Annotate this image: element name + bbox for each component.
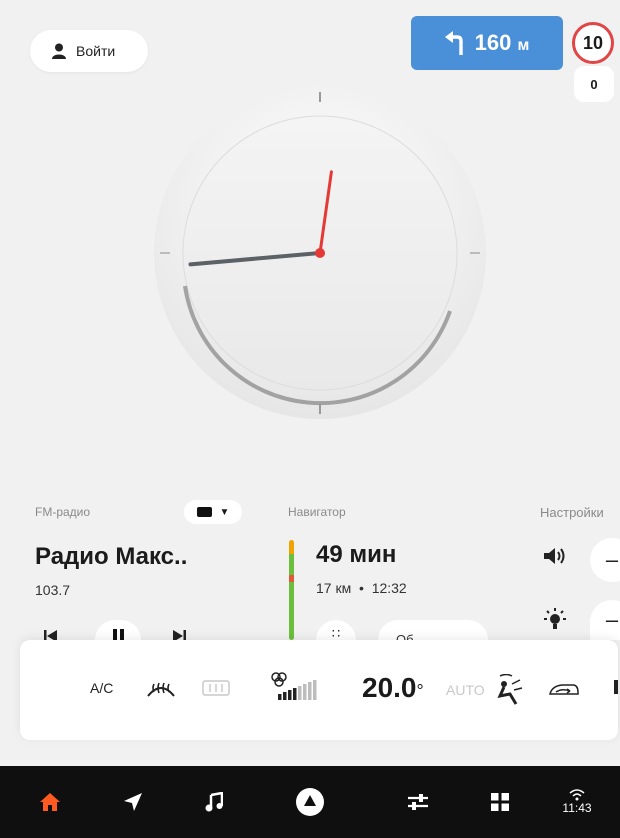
login-button[interactable]: Войти bbox=[30, 30, 148, 72]
brightness-down-button[interactable]: – bbox=[590, 600, 620, 640]
auto-climate-toggle[interactable]: AUTO bbox=[446, 682, 485, 698]
route-options-button[interactable]: ∷ bbox=[316, 620, 356, 640]
route-icon: ∷ bbox=[331, 626, 341, 640]
ac-toggle[interactable]: A/C bbox=[90, 680, 113, 696]
radio-frequency: 103.7 bbox=[35, 582, 71, 598]
analog-clock bbox=[154, 87, 486, 419]
settings-button[interactable] bbox=[398, 766, 438, 838]
next-track-icon[interactable] bbox=[172, 628, 188, 640]
user-icon bbox=[52, 43, 66, 59]
apps-button[interactable] bbox=[480, 766, 520, 838]
assistant-icon bbox=[296, 788, 324, 816]
sliders-icon bbox=[408, 794, 428, 810]
fan-speed-indicator[interactable] bbox=[270, 670, 336, 704]
apps-grid-icon bbox=[491, 793, 509, 811]
navigation-arrow-icon bbox=[124, 793, 142, 811]
front-defrost-icon[interactable] bbox=[146, 678, 176, 698]
dock-clock-time: 11:43 bbox=[562, 801, 592, 815]
navigator-eta[interactable]: 49 мин bbox=[316, 541, 396, 569]
chevron-down-icon: ▼ bbox=[219, 506, 230, 518]
speed-limit-sign: 10 bbox=[572, 22, 614, 64]
rear-defrost-icon[interactable] bbox=[202, 680, 230, 696]
navigator-section-label: Навигатор bbox=[288, 505, 346, 519]
login-label: Войти bbox=[76, 43, 116, 59]
radio-source-icon bbox=[196, 507, 212, 517]
bottom-dock: 11:43 bbox=[0, 766, 620, 838]
volume-down-button[interactable]: – bbox=[590, 538, 620, 582]
route-overview-button[interactable]: Об bbox=[378, 620, 488, 640]
radio-section-label: FM-радио bbox=[35, 505, 91, 519]
air-direction-icon[interactable] bbox=[494, 674, 524, 706]
brightness-icon bbox=[544, 608, 566, 629]
current-speed: 0 bbox=[574, 66, 614, 102]
navigation-button[interactable] bbox=[113, 766, 153, 838]
settings-section-label: Настройки bbox=[540, 505, 604, 520]
route-traffic-bar bbox=[289, 540, 294, 640]
temperature-readout[interactable]: 20.0° bbox=[362, 672, 424, 704]
climate-more-indicator bbox=[614, 680, 618, 694]
wifi-icon bbox=[569, 789, 585, 801]
assistant-button[interactable] bbox=[290, 766, 330, 838]
clock-center bbox=[315, 248, 325, 258]
turn-distance: 160 м bbox=[474, 30, 530, 55]
home-icon bbox=[40, 793, 60, 811]
status-area[interactable]: 11:43 bbox=[552, 766, 602, 838]
climate-panel: A/C 20.0° AUTO bbox=[20, 640, 618, 740]
volume-icon bbox=[544, 548, 565, 564]
turn-instruction-card[interactable]: 160 м bbox=[411, 16, 563, 70]
pause-button[interactable] bbox=[95, 620, 141, 640]
home-button[interactable] bbox=[30, 766, 70, 838]
music-button[interactable] bbox=[194, 766, 234, 838]
fan-icon bbox=[271, 672, 287, 687]
navigator-trip-info: 17 км • 12:32 bbox=[316, 580, 407, 596]
radio-station-name[interactable]: Радио Макс.. bbox=[35, 543, 187, 571]
turn-left-arrow-icon bbox=[444, 31, 463, 55]
radio-source-selector[interactable]: ▼ bbox=[184, 500, 242, 524]
recirculation-icon[interactable] bbox=[548, 680, 580, 698]
previous-track-icon[interactable] bbox=[42, 628, 58, 640]
music-note-icon bbox=[205, 792, 223, 812]
